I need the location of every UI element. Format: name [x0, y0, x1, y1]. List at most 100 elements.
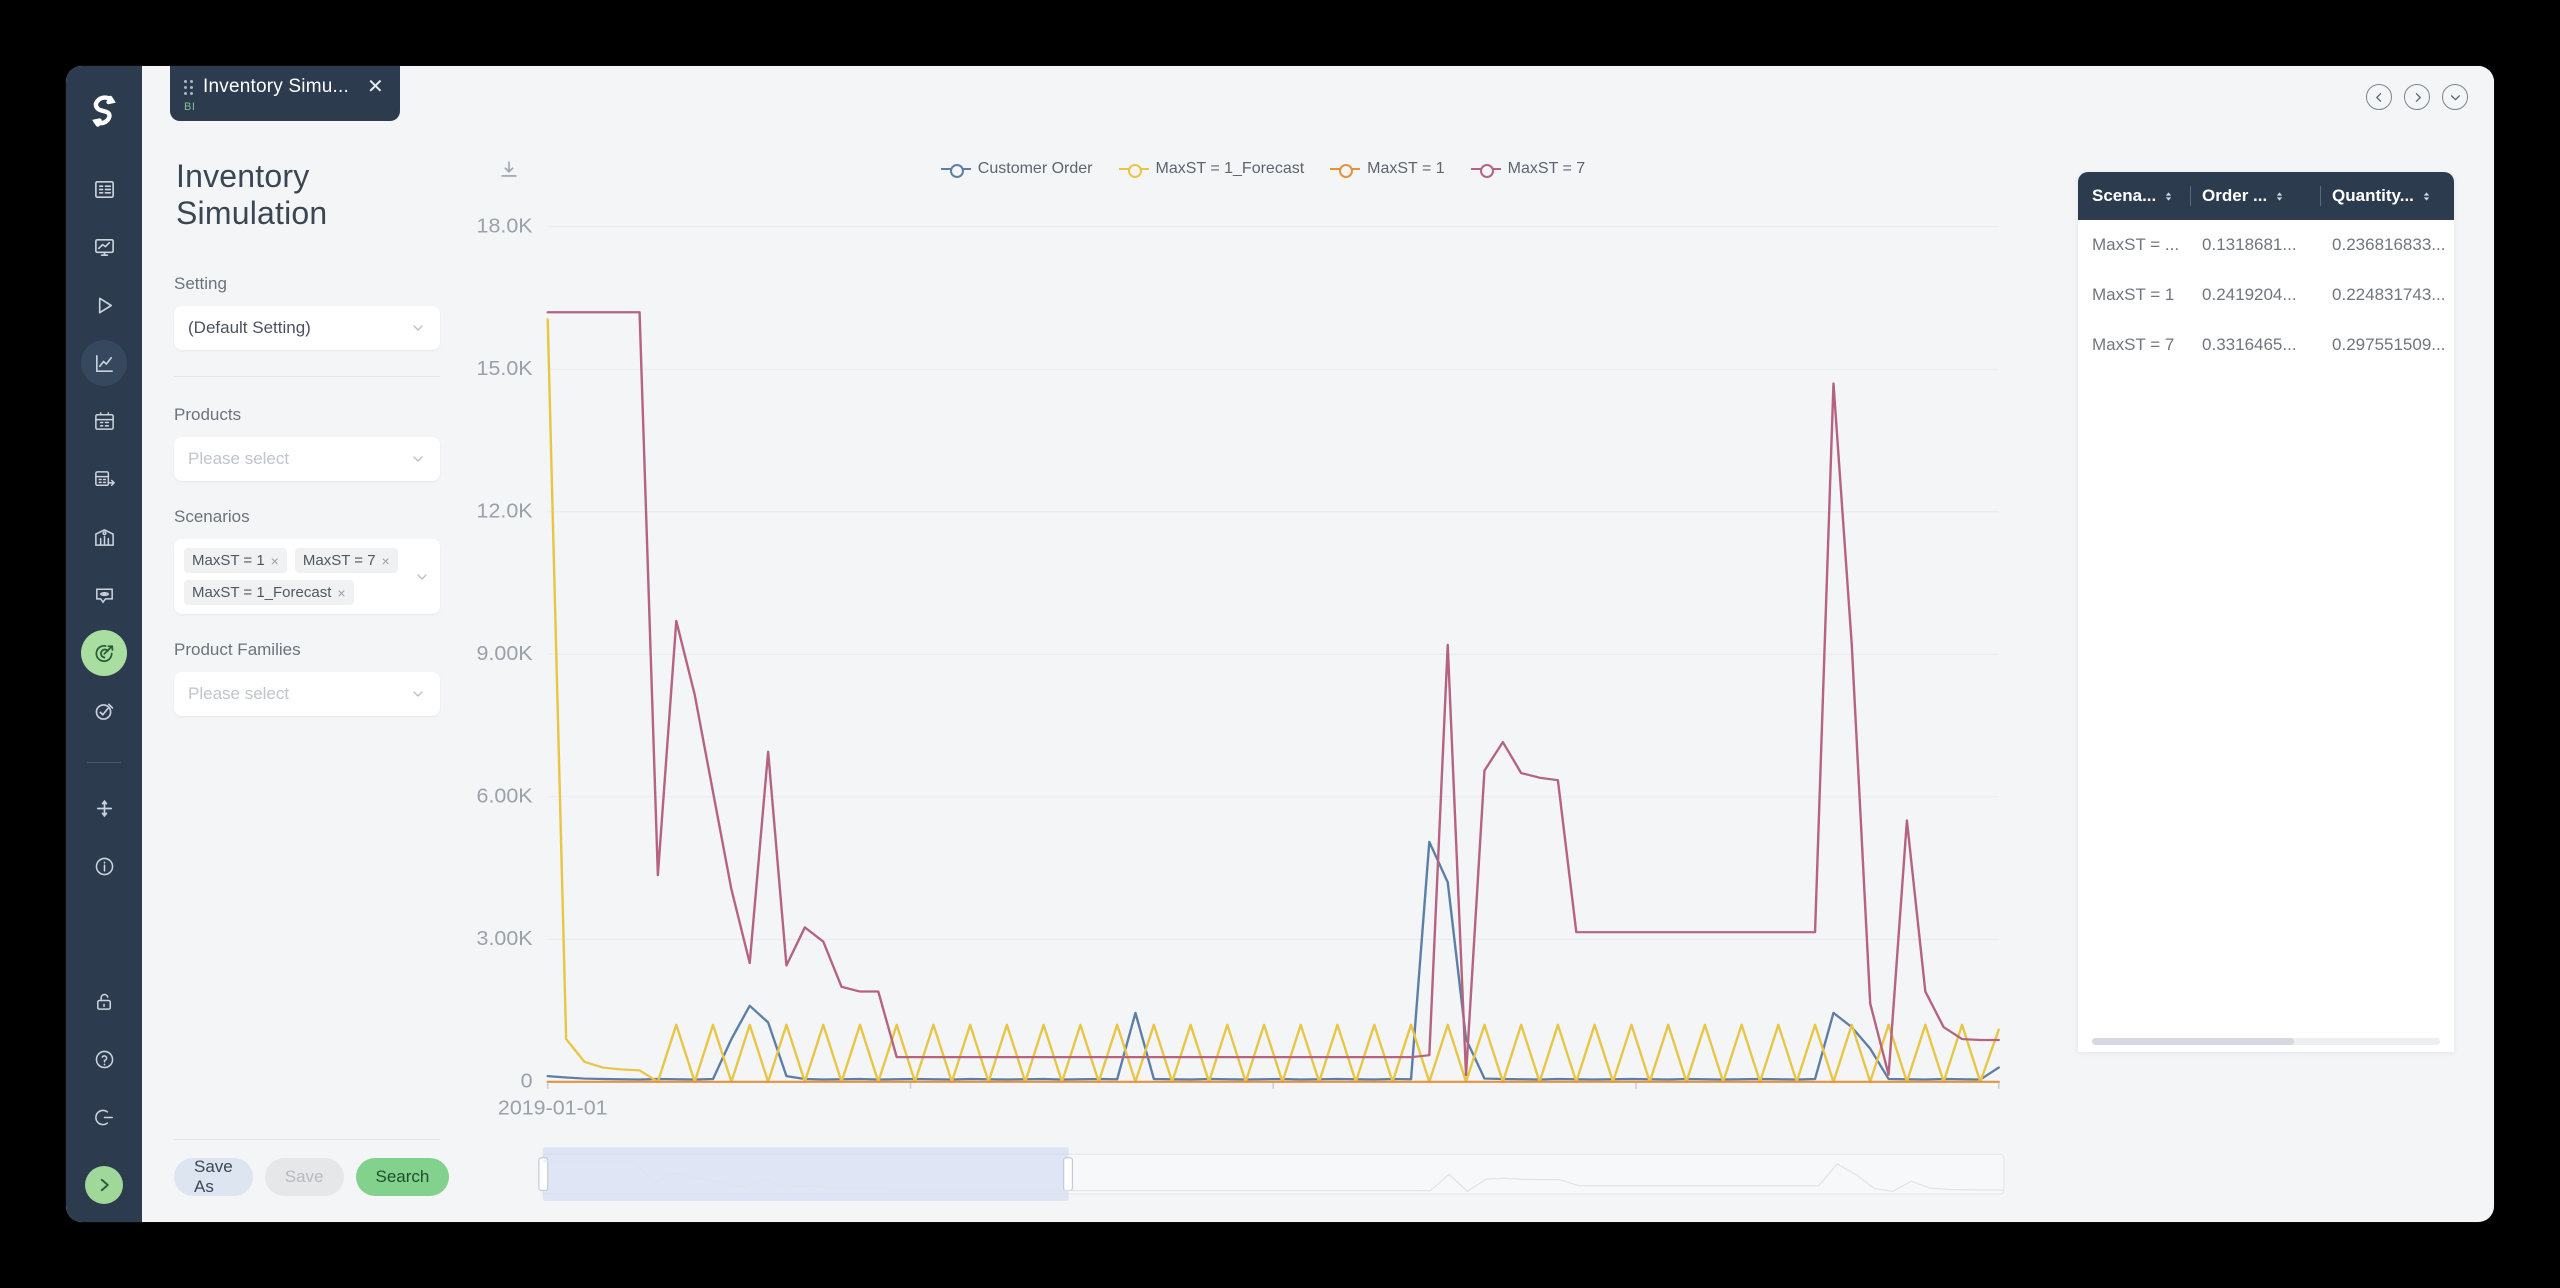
column-label: Scena... [2092, 186, 2157, 205]
main-content: Inventory Simu... ✕ BI Inventory Simulat… [142, 66, 2494, 1222]
chart-panel: Customer Order MaxST = 1_Forecast MaxST = … [472, 138, 2054, 1222]
drag-handle-icon[interactable] [184, 79, 193, 95]
save-as-button[interactable]: Save As [174, 1157, 253, 1196]
close-icon[interactable]: ✕ [359, 77, 384, 97]
sort-icon[interactable] [2421, 190, 2432, 203]
chart-toolbar [472, 152, 2054, 188]
scenario-tag-label: MaxST = 1_Forecast [192, 584, 332, 601]
column-label: Quantity... [2332, 186, 2414, 205]
table-row[interactable]: MaxST = 1 0.2419204... 0.224831743... [2078, 270, 2454, 320]
app-window: Inventory Simu... ✕ BI Inventory Simulat… [66, 66, 2494, 1222]
sidebar-item-lock[interactable] [81, 978, 127, 1024]
table-horizontal-scrollbar[interactable] [2092, 1038, 2440, 1045]
cell-order: 0.1318681... [2202, 235, 2297, 254]
chart-plot-area[interactable]: 18.0K 15.0K 12.0K 9.00K 6.00K 3.00K 0 2019-01-0… [472, 188, 2054, 1222]
chevron-down-icon [410, 686, 426, 702]
page-title: Inventory Simulation [176, 158, 328, 231]
remove-tag-icon[interactable]: × [271, 553, 279, 569]
scenario-tag[interactable]: MaxST = 1 × [184, 548, 287, 573]
field-scenarios: Scenarios MaxST = 1 × MaxST = 7 × MaxST … [174, 507, 440, 614]
product-families-select[interactable]: Please select [174, 672, 440, 716]
series-line-maxst-7 [546, 311, 2000, 1077]
scenario-tag[interactable]: MaxST = 1_Forecast × [184, 580, 354, 605]
filter-panel: Inventory Simulation Setting (Default Se… [142, 138, 472, 1222]
series-line-maxst-1-forecast [546, 318, 2000, 1083]
sidebar-item-overview[interactable] [81, 166, 127, 212]
s-logo-icon[interactable] [82, 88, 126, 132]
field-products: Products Please select [174, 405, 440, 481]
cell-gap [2320, 235, 2321, 255]
sidebar-item-warehouse[interactable] [81, 514, 127, 560]
y-tick-label: 0 [521, 1070, 533, 1092]
y-tick-label: 6.00K [477, 785, 533, 807]
sidebar-item-info[interactable] [81, 843, 127, 889]
scenario-tag[interactable]: MaxST = 7 × [294, 548, 398, 573]
cell-scenario: MaxST = 7 [2092, 335, 2175, 354]
y-tick-label: 9.00K [477, 643, 533, 665]
sidebar-item-dashboard[interactable] [81, 224, 127, 270]
remove-tag-icon[interactable]: × [382, 553, 390, 569]
y-tick-label: 15.0K [477, 358, 533, 380]
cell-scenario: MaxST = ... [2092, 235, 2180, 254]
table-row[interactable]: MaxST = ... 0.1318681... 0.236816833... [2078, 220, 2454, 270]
tab-badge: BI [184, 101, 196, 113]
save-button[interactable]: Save [264, 1158, 344, 1196]
sidebar [66, 66, 142, 1222]
chevron-down-icon [414, 569, 430, 585]
tab-inventory-simulation[interactable]: Inventory Simu... ✕ BI [170, 66, 400, 121]
sidebar-item-import[interactable] [81, 456, 127, 502]
remove-tag-icon[interactable]: × [337, 585, 345, 601]
y-tick-label: 18.0K [477, 215, 533, 237]
sidebar-expand[interactable] [85, 1166, 123, 1204]
column-header-scenario[interactable]: Scena... [2092, 186, 2179, 206]
sort-icon[interactable] [2163, 190, 2174, 203]
sidebar-item-logout[interactable] [81, 1094, 127, 1140]
table-row[interactable]: MaxST = 7 0.3316465... 0.297551509... [2078, 320, 2454, 370]
results-table: Scena... Order ... Quantity... MaxST = .… [2078, 172, 2454, 1052]
sort-icon[interactable] [2274, 190, 2285, 203]
field-product-families: Product Families Please select [174, 640, 440, 716]
filter-actions: Save As Save Search [174, 1139, 450, 1222]
nav-back-button[interactable] [2366, 84, 2392, 110]
chart-svg[interactable]: 18.0K 15.0K 12.0K 9.00K 6.00K 3.00K 0 2019-01-0… [472, 194, 2024, 1222]
tab-label: Inventory Simu... [203, 76, 349, 97]
scenario-tag-label: MaxST = 1 [192, 552, 265, 569]
setting-label: Setting [174, 274, 227, 293]
sidebar-item-help[interactable] [81, 1036, 127, 1082]
results-table-panel: Scena... Order ... Quantity... MaxST = .… [2054, 138, 2494, 1222]
search-button[interactable]: Search [355, 1158, 450, 1196]
column-header-quantity[interactable]: Quantity... [2332, 186, 2450, 206]
tab-bar: Inventory Simu... ✕ BI [142, 66, 2494, 138]
scenario-tag-label: MaxST = 7 [302, 552, 376, 569]
sidebar-item-simulation[interactable] [81, 630, 127, 676]
sidebar-divider [87, 762, 121, 763]
cell-gap [2190, 335, 2191, 355]
sidebar-item-calendar[interactable] [81, 398, 127, 444]
nav-more-button[interactable] [2442, 84, 2468, 110]
table-body: MaxST = ... 0.1318681... 0.236816833... … [2078, 220, 2454, 1038]
body-area: Inventory Simulation Setting (Default Se… [142, 138, 2494, 1222]
chevron-down-icon [410, 320, 426, 336]
datazoom-selection [542, 1147, 1069, 1201]
product-families-placeholder: Please select [188, 684, 290, 703]
sidebar-item-add[interactable] [81, 785, 127, 831]
cell-quantity: 0.236816833... [2332, 235, 2446, 254]
sidebar-item-analytics[interactable] [81, 340, 127, 386]
setting-select[interactable]: (Default Setting) [174, 306, 440, 350]
sidebar-bottom [81, 978, 127, 1222]
series-line-customer-order [546, 840, 2000, 1081]
datazoom-handle-left [538, 1157, 549, 1192]
chevron-down-icon [410, 451, 426, 467]
products-select[interactable]: Please select [174, 437, 440, 481]
scenarios-label: Scenarios [174, 507, 250, 526]
column-header-order[interactable]: Order ... [2202, 186, 2309, 206]
scenarios-select[interactable]: MaxST = 1 × MaxST = 7 × MaxST = 1_Foreca… [174, 539, 440, 614]
field-setting: Setting (Default Setting) [174, 274, 440, 350]
download-icon[interactable] [498, 159, 520, 181]
sidebar-item-insight[interactable] [81, 572, 127, 618]
cell-quantity: 0.224831743... [2332, 285, 2446, 304]
sidebar-item-run[interactable] [81, 282, 127, 328]
sidebar-item-optimize[interactable] [81, 688, 127, 734]
datazoom-handle-right [1062, 1157, 1074, 1192]
nav-forward-button[interactable] [2404, 84, 2430, 110]
